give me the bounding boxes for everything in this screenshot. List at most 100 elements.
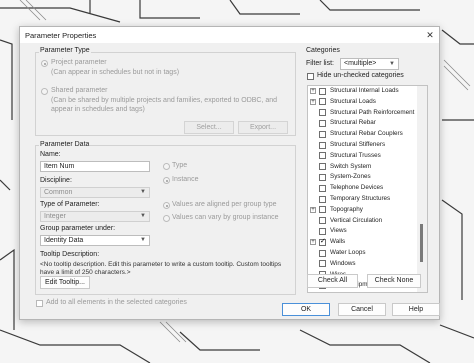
- parameter-properties-dialog: Parameter Properties ✕ Parameter Type Pr…: [19, 26, 440, 320]
- category-checkbox[interactable]: [319, 217, 326, 225]
- category-checkbox[interactable]: [319, 238, 326, 246]
- category-checkbox[interactable]: [319, 98, 326, 106]
- category-checkbox[interactable]: [319, 130, 326, 138]
- category-label: Structural Loads: [330, 97, 376, 105]
- values-vary-label: Values can vary by group instance: [172, 214, 279, 221]
- check-all-button[interactable]: Check All: [307, 274, 358, 288]
- category-row[interactable]: + Topography: [308, 206, 418, 214]
- category-row[interactable]: Views: [308, 227, 418, 235]
- category-checkbox[interactable]: [319, 163, 326, 171]
- category-checkbox[interactable]: [319, 87, 326, 95]
- category-checkbox[interactable]: [319, 152, 326, 160]
- category-row[interactable]: Structural Rebar Couplers: [308, 130, 418, 138]
- type-radio[interactable]: [163, 163, 170, 170]
- category-checkbox[interactable]: [319, 249, 326, 257]
- category-row[interactable]: + Structural Loads: [308, 98, 418, 106]
- category-checkbox[interactable]: [319, 173, 326, 181]
- category-row[interactable]: Telephone Devices: [308, 184, 418, 192]
- category-row[interactable]: + Walls: [308, 238, 418, 246]
- type-of-parameter-dropdown[interactable]: Integer ▼: [40, 211, 150, 222]
- category-label: Topography: [330, 205, 363, 213]
- type-of-parameter-value: Integer: [44, 213, 66, 220]
- discipline-label: Discipline:: [40, 177, 72, 184]
- category-row[interactable]: Switch System: [308, 163, 418, 171]
- dialog-titlebar[interactable]: Parameter Properties ✕: [20, 27, 439, 43]
- scrollbar-thumb[interactable]: [420, 224, 423, 262]
- category-label: Vertical Circulation: [330, 216, 383, 224]
- category-row[interactable]: Temporary Structures: [308, 195, 418, 203]
- expand-icon[interactable]: +: [310, 239, 316, 246]
- chevron-down-icon: ▼: [140, 213, 146, 219]
- instance-radio[interactable]: [163, 177, 170, 184]
- category-row[interactable]: System-Zones: [308, 173, 418, 181]
- category-row[interactable]: Windows: [308, 260, 418, 268]
- group-under-label: Group parameter under:: [40, 225, 116, 232]
- select-button[interactable]: Select...: [184, 121, 234, 134]
- dialog-title: Parameter Properties: [25, 31, 97, 40]
- values-vary-radio[interactable]: [163, 215, 170, 222]
- categories-list[interactable]: + Structural Internal Loads + Structural Lo…: [307, 85, 428, 293]
- group-under-value: Identity Data: [44, 237, 84, 244]
- category-row[interactable]: Structural Trusses: [308, 152, 418, 160]
- category-label: Walls: [330, 238, 346, 246]
- filter-list-value: <multiple>: [344, 60, 377, 67]
- chevron-down-icon: ▼: [140, 189, 146, 195]
- group-under-dropdown[interactable]: Identity Data ▼: [40, 235, 150, 246]
- shared-parameter-description-line2: appear in schedules and tags): [51, 106, 145, 113]
- category-label: System-Zones: [330, 173, 371, 181]
- category-label: Structural Path Reinforcement: [330, 108, 415, 116]
- category-label: Structural Stiffeners: [330, 141, 386, 148]
- filter-list-dropdown[interactable]: <multiple> ▼: [340, 58, 399, 70]
- category-label: Structural Rebar Couplers: [330, 130, 403, 138]
- project-parameter-description: (Can appear in schedules but not in tags…: [51, 69, 180, 76]
- category-row[interactable]: Vertical Circulation: [308, 217, 418, 225]
- category-checkbox[interactable]: [319, 109, 326, 117]
- category-checkbox[interactable]: [319, 184, 326, 192]
- instance-option-label: Instance: [172, 176, 199, 183]
- shared-parameter-radio[interactable]: [41, 88, 48, 95]
- values-aligned-label: Values are aligned per group type: [172, 201, 277, 208]
- help-button[interactable]: Help: [392, 303, 440, 316]
- category-checkbox[interactable]: [319, 206, 326, 214]
- category-checkbox[interactable]: [319, 141, 326, 149]
- type-of-parameter-label: Type of Parameter:: [40, 201, 100, 208]
- category-label: Structural Rebar: [330, 119, 376, 127]
- category-checkbox[interactable]: [319, 227, 326, 235]
- name-input[interactable]: Item Num: [40, 161, 150, 172]
- edit-tooltip-button[interactable]: Edit Tooltip...: [40, 276, 90, 289]
- ok-button[interactable]: OK: [282, 303, 330, 316]
- hide-unchecked-label: Hide un-checked categories: [317, 72, 404, 79]
- discipline-value: Common: [44, 189, 73, 196]
- category-row[interactable]: Structural Path Reinforcement: [308, 109, 418, 117]
- check-none-button[interactable]: Check None: [367, 274, 421, 288]
- vertical-scrollbar[interactable]: [417, 86, 427, 292]
- category-label: Switch System: [330, 162, 372, 170]
- discipline-dropdown[interactable]: Common ▼: [40, 187, 150, 198]
- category-label: Windows: [330, 259, 356, 267]
- chevron-down-icon: ▼: [140, 237, 146, 243]
- category-row[interactable]: Structural Rebar: [308, 119, 418, 127]
- category-row[interactable]: + Structural Internal Loads: [308, 87, 418, 95]
- export-button[interactable]: Export...: [238, 121, 288, 134]
- expand-icon[interactable]: +: [310, 98, 316, 105]
- values-aligned-radio[interactable]: [163, 202, 170, 209]
- category-label: Water Loops: [330, 249, 366, 256]
- close-icon[interactable]: ✕: [423, 28, 437, 42]
- category-checkbox[interactable]: [319, 260, 326, 268]
- expand-icon[interactable]: +: [310, 206, 316, 213]
- project-parameter-radio[interactable]: [41, 60, 48, 67]
- cancel-button[interactable]: Cancel: [338, 303, 386, 316]
- category-row[interactable]: Water Loops: [308, 249, 418, 257]
- category-checkbox[interactable]: [319, 119, 326, 127]
- filter-list-label: Filter list:: [306, 60, 334, 67]
- category-label: Structural Trusses: [330, 151, 381, 159]
- category-row[interactable]: Structural Stiffeners: [308, 141, 418, 149]
- expand-icon[interactable]: +: [310, 88, 316, 94]
- category-checkbox[interactable]: [319, 195, 326, 203]
- project-parameter-label: Project parameter: [51, 59, 107, 66]
- add-to-all-checkbox[interactable]: [36, 300, 43, 307]
- category-label: Telephone Devices: [330, 184, 384, 192]
- shared-parameter-label: Shared parameter: [51, 87, 108, 94]
- hide-unchecked-checkbox[interactable]: [307, 73, 314, 80]
- chevron-down-icon: ▼: [389, 61, 395, 67]
